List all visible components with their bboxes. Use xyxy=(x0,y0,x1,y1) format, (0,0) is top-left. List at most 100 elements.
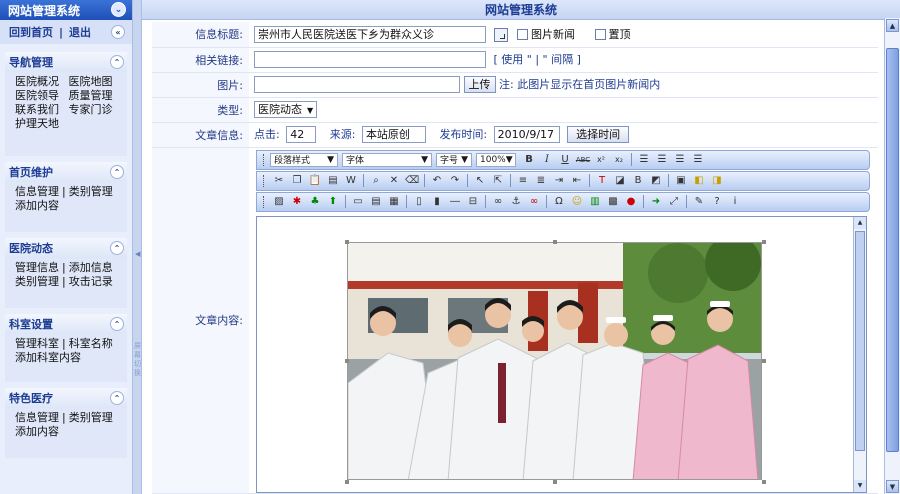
sidebar-item[interactable]: 类别管理 xyxy=(69,185,113,198)
sidebar-item[interactable]: 医院领导 xyxy=(15,89,59,102)
scroll-down-icon[interactable]: ▼ xyxy=(886,480,899,493)
sidebar-item[interactable]: 护理天地 xyxy=(15,117,59,130)
title-input[interactable]: 崇州市人民医院送医下乡为群众义诊 xyxy=(254,26,486,43)
sidebar-item[interactable]: 添加内容 xyxy=(15,425,59,438)
edit-source-icon[interactable]: ✎ xyxy=(692,195,706,208)
document-icon[interactable]: ▯ xyxy=(412,195,426,208)
export-icon[interactable]: ➜ xyxy=(649,195,663,208)
sidebar-group-header[interactable]: 科室设置 ⌃ xyxy=(5,314,127,334)
scroll-up-icon[interactable]: ▲ xyxy=(854,216,866,229)
sidebar-group-header[interactable]: 特色医疗 ⌃ xyxy=(5,388,127,408)
chevron-up-icon[interactable]: ⌃ xyxy=(110,165,124,179)
choose-time-button[interactable]: 选择时间 xyxy=(567,126,630,144)
sidebar-item[interactable]: 添加内容 xyxy=(15,199,59,212)
sidebar-item[interactable]: 信息管理 xyxy=(15,185,59,198)
align-center-icon[interactable]: ☰ xyxy=(655,153,669,166)
text-color-icon[interactable]: T xyxy=(595,174,609,187)
unlink-icon[interactable]: ∞ xyxy=(527,195,541,208)
paste-word-icon[interactable]: W xyxy=(344,174,358,187)
horizontal-rule-icon[interactable]: ― xyxy=(448,195,462,208)
type-select[interactable]: 医院动态 ▼ xyxy=(254,101,318,118)
input-field-icon[interactable]: ▭ xyxy=(351,195,365,208)
sidebar-item[interactable]: 管理科室 xyxy=(15,337,59,350)
eraser-icon[interactable]: ⌫ xyxy=(405,174,419,187)
home-link[interactable]: 回到首页 xyxy=(9,24,53,40)
superscript-icon[interactable]: x² xyxy=(594,153,608,166)
editor-scrollbar[interactable]: ▲ ▼ xyxy=(853,216,866,492)
chart-icon[interactable]: ▥ xyxy=(588,195,602,208)
help-icon[interactable]: ? xyxy=(710,195,724,208)
undo-icon[interactable]: ↶ xyxy=(430,174,444,187)
color-picker-icon[interactable] xyxy=(493,27,508,42)
align-justify-icon[interactable]: ☰ xyxy=(691,153,705,166)
align-right-icon[interactable]: ☰ xyxy=(673,153,687,166)
logout-link[interactable]: 退出 xyxy=(69,24,91,40)
upload-button[interactable]: 上传 xyxy=(463,76,496,94)
screen-splitter[interactable]: ◀ 屏幕切换 xyxy=(132,0,142,494)
image-input[interactable] xyxy=(254,76,460,94)
sidebar-item[interactable]: 医院概况 xyxy=(15,75,59,88)
zoom-dropdown[interactable]: 100% ▼ xyxy=(476,152,516,167)
delete-icon[interactable]: ✕ xyxy=(387,174,401,187)
sidebar-item[interactable]: 管理信息 xyxy=(15,261,59,274)
highlight-icon[interactable]: ◪ xyxy=(613,174,627,187)
layer-icon[interactable]: ◧ xyxy=(692,174,706,187)
double-chevron-left-icon[interactable]: « xyxy=(111,25,125,39)
sidebar-group-header[interactable]: 导航管理 ⌃ xyxy=(5,52,127,72)
paste-text-icon[interactable]: ▤ xyxy=(326,174,340,187)
sidebar-item[interactable]: 质量管理 xyxy=(69,89,113,102)
underline-icon[interactable]: U xyxy=(558,153,572,166)
link-icon[interactable]: ∞ xyxy=(491,195,505,208)
paste-icon[interactable]: 📋 xyxy=(308,174,322,187)
sidebar-group-header[interactable]: 首页维护 ⌃ xyxy=(5,162,127,182)
top-checkbox[interactable] xyxy=(594,29,606,40)
sidebar-group-header[interactable]: 医院动态 ⌃ xyxy=(5,238,127,258)
info-icon[interactable]: i xyxy=(728,195,742,208)
sidebar-item[interactable]: 信息管理 xyxy=(15,411,59,424)
sidebar-item[interactable]: 医院地图 xyxy=(69,75,113,88)
bg-color-icon[interactable]: B xyxy=(631,174,645,187)
marquee-icon[interactable]: ⊟ xyxy=(466,195,480,208)
sidebar-item[interactable]: 类别管理 xyxy=(69,411,113,424)
font-dropdown[interactable]: 字体 ▼ xyxy=(342,152,432,167)
article-photo[interactable] xyxy=(347,241,762,480)
insert-file-icon[interactable]: ⬆ xyxy=(326,195,340,208)
align-left-icon[interactable]: ☰ xyxy=(637,153,651,166)
chevron-up-icon[interactable]: ⌃ xyxy=(110,391,124,405)
frame-icon[interactable]: ▣ xyxy=(674,174,688,187)
strikethrough-icon[interactable]: ABC xyxy=(576,153,590,166)
sidebar-item[interactable]: 联系我们 xyxy=(15,103,59,116)
scroll-down-icon[interactable]: ▼ xyxy=(854,479,866,492)
chevron-up-icon[interactable]: ⌃ xyxy=(110,241,124,255)
editor-scroll-thumb[interactable] xyxy=(855,230,865,451)
bold-icon[interactable]: B xyxy=(522,153,536,166)
source-input[interactable]: 本站原创 xyxy=(361,126,426,144)
editor-content-area[interactable]: ▲ ▼ xyxy=(256,215,867,493)
special-char-icon[interactable]: Ω xyxy=(552,195,566,208)
table-icon[interactable]: ▦ xyxy=(387,195,401,208)
collapse-icon[interactable]: ⌄ xyxy=(111,2,126,17)
copy-icon[interactable]: ❐ xyxy=(290,174,304,187)
pic-news-checkbox[interactable] xyxy=(517,29,528,40)
date-icon[interactable]: ▩ xyxy=(606,195,620,208)
font-size-dropdown[interactable]: 字号 ▼ xyxy=(436,152,472,167)
chevron-up-icon[interactable]: ⌃ xyxy=(110,55,124,69)
sidebar-item[interactable]: 类别管理 xyxy=(15,275,59,288)
subscript-icon[interactable]: x₂ xyxy=(612,153,626,166)
layer2-icon[interactable]: ◨ xyxy=(710,174,724,187)
page-scrollbar[interactable]: ▲ ▼ xyxy=(884,18,900,494)
italic-icon[interactable]: I xyxy=(540,153,554,166)
redo-icon[interactable]: ↷ xyxy=(448,174,462,187)
find-icon[interactable]: ⌕ xyxy=(369,174,383,187)
ordered-list-icon[interactable]: ≡ xyxy=(516,174,530,187)
sidebar-item[interactable]: 攻击记录 xyxy=(69,275,113,288)
sidebar-item[interactable]: 添加信息 xyxy=(69,261,113,274)
unordered-list-icon[interactable]: ≣ xyxy=(534,174,548,187)
format-brush-icon[interactable]: ◩ xyxy=(649,174,663,187)
paragraph-style-dropdown[interactable]: 段落样式 ▼ xyxy=(270,152,338,167)
fullscreen-icon[interactable]: ⤢ xyxy=(667,195,681,208)
chevron-up-icon[interactable]: ⌃ xyxy=(110,317,124,331)
insert-flash-icon[interactable]: ✱ xyxy=(290,195,304,208)
pointer-icon[interactable]: ⇱ xyxy=(491,174,505,187)
outdent-icon[interactable]: ⇤ xyxy=(570,174,584,187)
